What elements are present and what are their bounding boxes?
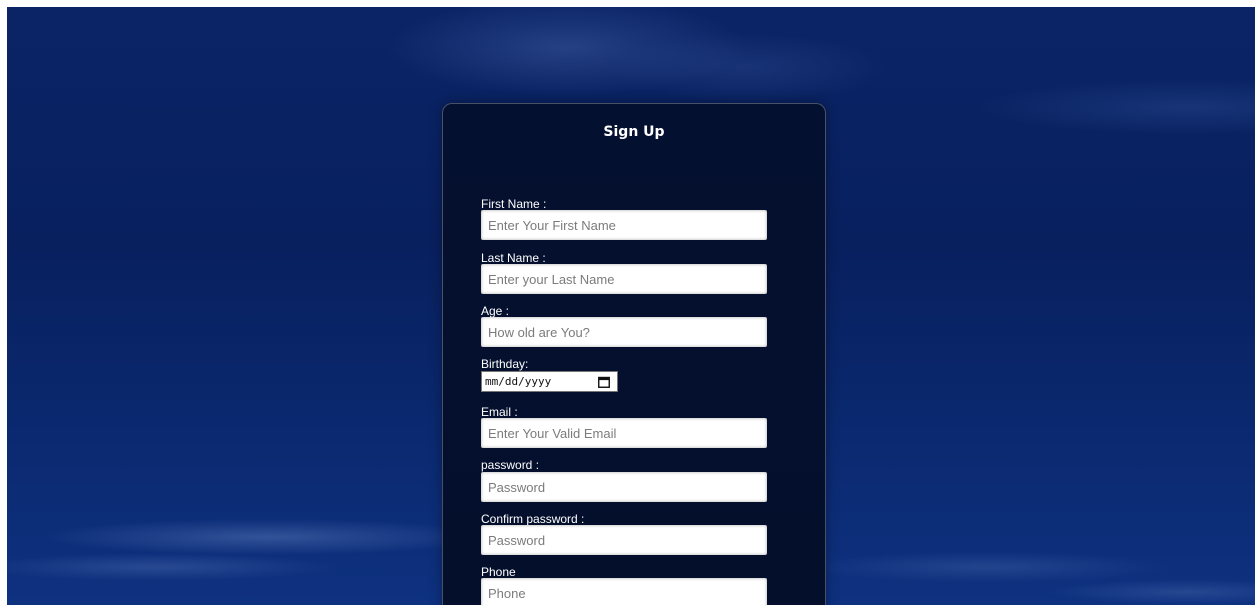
age-input[interactable] xyxy=(481,317,767,347)
form-title: Sign Up xyxy=(603,124,665,140)
page-background: Sign Up First Name : Last Name : Age : B… xyxy=(7,7,1255,605)
password-label: password : xyxy=(481,458,540,472)
signup-form-card: Sign Up First Name : Last Name : Age : B… xyxy=(442,103,826,605)
age-label: Age : xyxy=(481,304,510,318)
email-label: Email : xyxy=(481,405,518,419)
last-name-label: Last Name : xyxy=(481,251,546,265)
confirm-password-input[interactable] xyxy=(481,525,767,555)
birthday-date-placeholder: mm/dd/yyyy xyxy=(485,375,552,388)
email-input[interactable] xyxy=(481,418,767,448)
birthday-date-input[interactable]: mm/dd/yyyy xyxy=(481,371,618,392)
first-name-label: First Name : xyxy=(481,197,547,211)
password-input[interactable] xyxy=(481,472,767,502)
confirm-password-label: Confirm password : xyxy=(481,512,585,526)
calendar-icon[interactable] xyxy=(598,376,610,388)
birthday-label: Birthday: xyxy=(481,357,529,371)
last-name-input[interactable] xyxy=(481,264,767,294)
phone-input[interactable] xyxy=(481,578,767,605)
phone-label: Phone xyxy=(481,565,516,579)
first-name-input[interactable] xyxy=(481,210,767,240)
